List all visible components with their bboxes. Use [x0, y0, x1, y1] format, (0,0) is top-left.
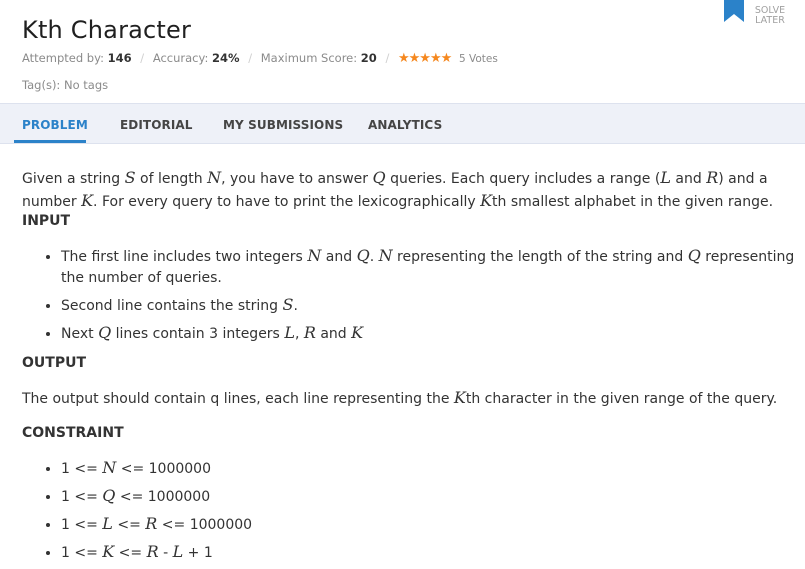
tab-editorial[interactable]: EDITORIAL	[120, 118, 193, 132]
list-item: Second line contains the string S.	[61, 294, 805, 317]
separator: /	[140, 51, 145, 65]
input-list: The first line includes two integers N a…	[22, 245, 805, 350]
accuracy-value: 24%	[212, 51, 240, 65]
separator: /	[385, 51, 390, 65]
list-item: 1 <= N <= 1000000	[61, 457, 805, 480]
output-heading: OUTPUT	[22, 355, 86, 371]
list-item: 1 <= Q <= 1000000	[61, 485, 805, 508]
bookmark-icon[interactable]	[724, 0, 744, 22]
star-rating-icon[interactable]: ★★★★★	[398, 51, 452, 66]
tab-analytics[interactable]: ANALYTICS	[368, 118, 442, 132]
list-item: 1 <= L <= R <= 1000000	[61, 513, 805, 536]
list-item: 1 <= K <= R - L + 1	[61, 541, 805, 564]
list-item: Next Q lines contain 3 integers L, R and…	[61, 322, 805, 345]
intro-paragraph: Given a string S of length N, you have t…	[22, 168, 774, 210]
active-tab-indicator	[14, 140, 86, 143]
tab-problem[interactable]: PROBLEM	[22, 118, 88, 132]
attempted-value: 146	[107, 51, 132, 65]
constraint-list: 1 <= N <= 1000000 1 <= Q <= 1000000 1 <=…	[22, 457, 805, 569]
page-title: Kth Character	[22, 16, 192, 44]
problem-stats: Attempted by: 146 / Accuracy: 24% / Maxi…	[22, 51, 498, 66]
max-score-value: 20	[360, 51, 377, 65]
output-paragraph: The output should contain q lines, each …	[22, 388, 778, 407]
max-score-label: Maximum Score:	[260, 51, 358, 65]
solve-later-button[interactable]: SOLVE LATER	[752, 6, 788, 26]
separator: /	[248, 51, 253, 65]
tab-my-submissions[interactable]: MY SUBMISSIONS	[223, 118, 343, 132]
attempted-label: Attempted by:	[22, 51, 104, 65]
constraint-heading: CONSTRAINT	[22, 425, 124, 441]
tags-line: Tag(s): No tags	[22, 78, 109, 92]
accuracy-label: Accuracy:	[152, 51, 209, 65]
input-heading: INPUT	[22, 213, 71, 229]
problem-tabs: PROBLEM EDITORIAL MY SUBMISSIONS ANALYTI…	[0, 103, 805, 144]
votes-count: 5 Votes	[458, 53, 498, 65]
list-item: The first line includes two integers N a…	[61, 245, 805, 289]
problem-header: Kth Character Attempted by: 146 / Accura…	[0, 0, 805, 103]
